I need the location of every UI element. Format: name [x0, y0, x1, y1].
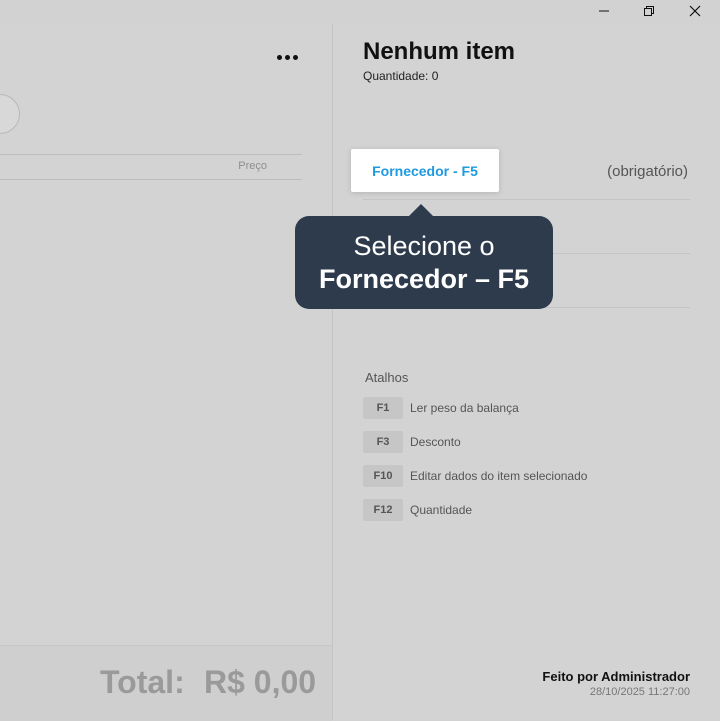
restore-button[interactable] — [626, 0, 672, 22]
required-label: (obrigatório) — [607, 163, 688, 180]
close-icon — [689, 5, 701, 17]
items-panel — [0, 24, 332, 720]
total-label: Total: — [100, 664, 185, 700]
shortcut-label: Quantidade — [410, 503, 473, 517]
shortcut-key: F3 — [363, 431, 403, 453]
shortcut-label: Editar dados do item selecionado — [410, 469, 588, 483]
item-quantity: Quantidade: 0 — [363, 69, 439, 83]
minimize-icon — [599, 10, 609, 12]
shortcut-key: F1 — [363, 397, 403, 419]
datetime-text: 28/10/2025 11:27:00 — [589, 686, 690, 698]
supplier-button[interactable]: Fornecedor - F5 — [351, 149, 499, 192]
shortcut-key: F10 — [363, 465, 403, 487]
shortcut-f12[interactable]: F12 Quantidade — [363, 499, 472, 521]
shortcut-f10[interactable]: F10 Editar dados do item selecionado — [363, 465, 587, 487]
shortcut-f3[interactable]: F3 Desconto — [363, 431, 461, 453]
supplier-tooltip: Selecione o Fornecedor – F5 — [295, 216, 553, 309]
tooltip-line-1: Selecione o — [353, 230, 495, 261]
made-by-text: Feito por Administrador — [542, 669, 690, 684]
shortcut-key: F12 — [363, 499, 403, 521]
shortcut-label: Ler peso da balança — [410, 401, 519, 415]
shortcuts-title: Atalhos — [365, 370, 409, 385]
items-table-header: Preço — [0, 154, 302, 180]
minimize-button[interactable] — [581, 0, 627, 22]
shortcut-label: Desconto — [410, 435, 461, 449]
restore-icon — [644, 6, 654, 16]
tooltip-line-2: Fornecedor – F5 — [318, 263, 530, 294]
more-horizontal-icon — [276, 54, 282, 60]
price-column-header: Preço — [238, 160, 267, 172]
close-button[interactable] — [672, 0, 718, 22]
item-title: Nenhum item — [363, 38, 516, 65]
more-options-button[interactable] — [272, 45, 302, 69]
total-value: R$ 0,00 — [204, 664, 317, 700]
shortcut-f1[interactable]: F1 Ler peso da balança — [363, 397, 519, 419]
